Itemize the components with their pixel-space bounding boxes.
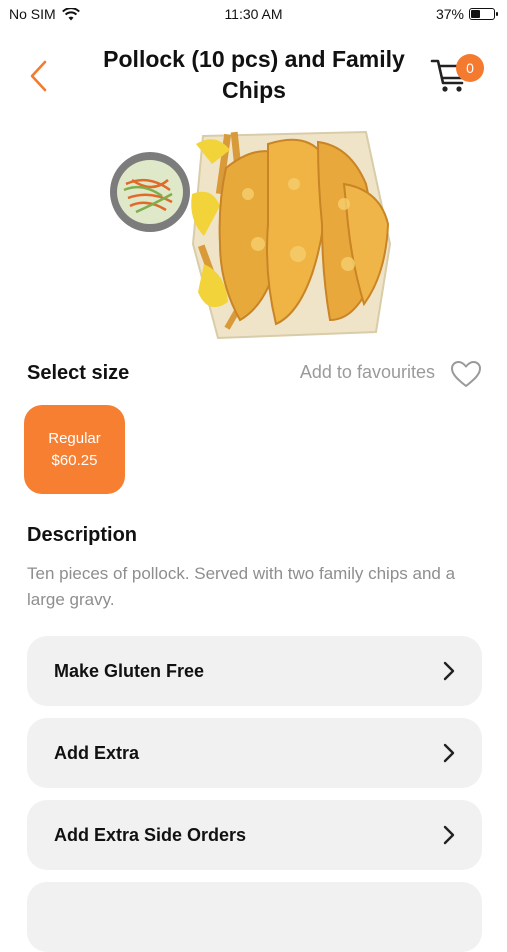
chevron-right-icon [443,743,455,763]
status-bar: No SIM 11:30 AM 37% [0,0,507,28]
option-add-extra[interactable]: Add Extra [27,718,482,788]
page-title: Pollock (10 pcs) and Family Chips [103,46,405,103]
status-time: 11:30 AM [224,6,283,22]
option-make-gluten-free[interactable]: Make Gluten Free [27,636,482,706]
battery-icon [469,8,498,20]
chevron-right-icon [443,825,455,845]
size-option-name: Regular [48,429,101,447]
add-to-favourites-label[interactable]: Add to favourites [300,362,435,383]
description-text: Ten pieces of pollock. Served with two f… [27,564,456,609]
size-option-price: $60.25 [51,451,98,469]
chevron-right-icon [443,661,455,681]
cart-count-badge: 0 [456,54,484,82]
option-label: Add Extra Side Orders [54,824,247,845]
option-label: Add Extra [54,742,140,763]
status-right: 37% [435,6,498,22]
description-heading: Description [27,524,138,546]
option-partial[interactable] [27,882,482,952]
product-image [110,130,392,340]
heart-icon[interactable] [449,358,483,390]
option-label: Make Gluten Free [54,660,205,681]
battery-percent: 37% [435,6,464,22]
size-option-regular[interactable]: Regular $60.25 [24,405,125,494]
option-add-extra-side-orders[interactable]: Add Extra Side Orders [27,800,482,870]
select-size-heading: Select size [27,362,130,384]
back-chevron-icon[interactable] [24,58,54,94]
